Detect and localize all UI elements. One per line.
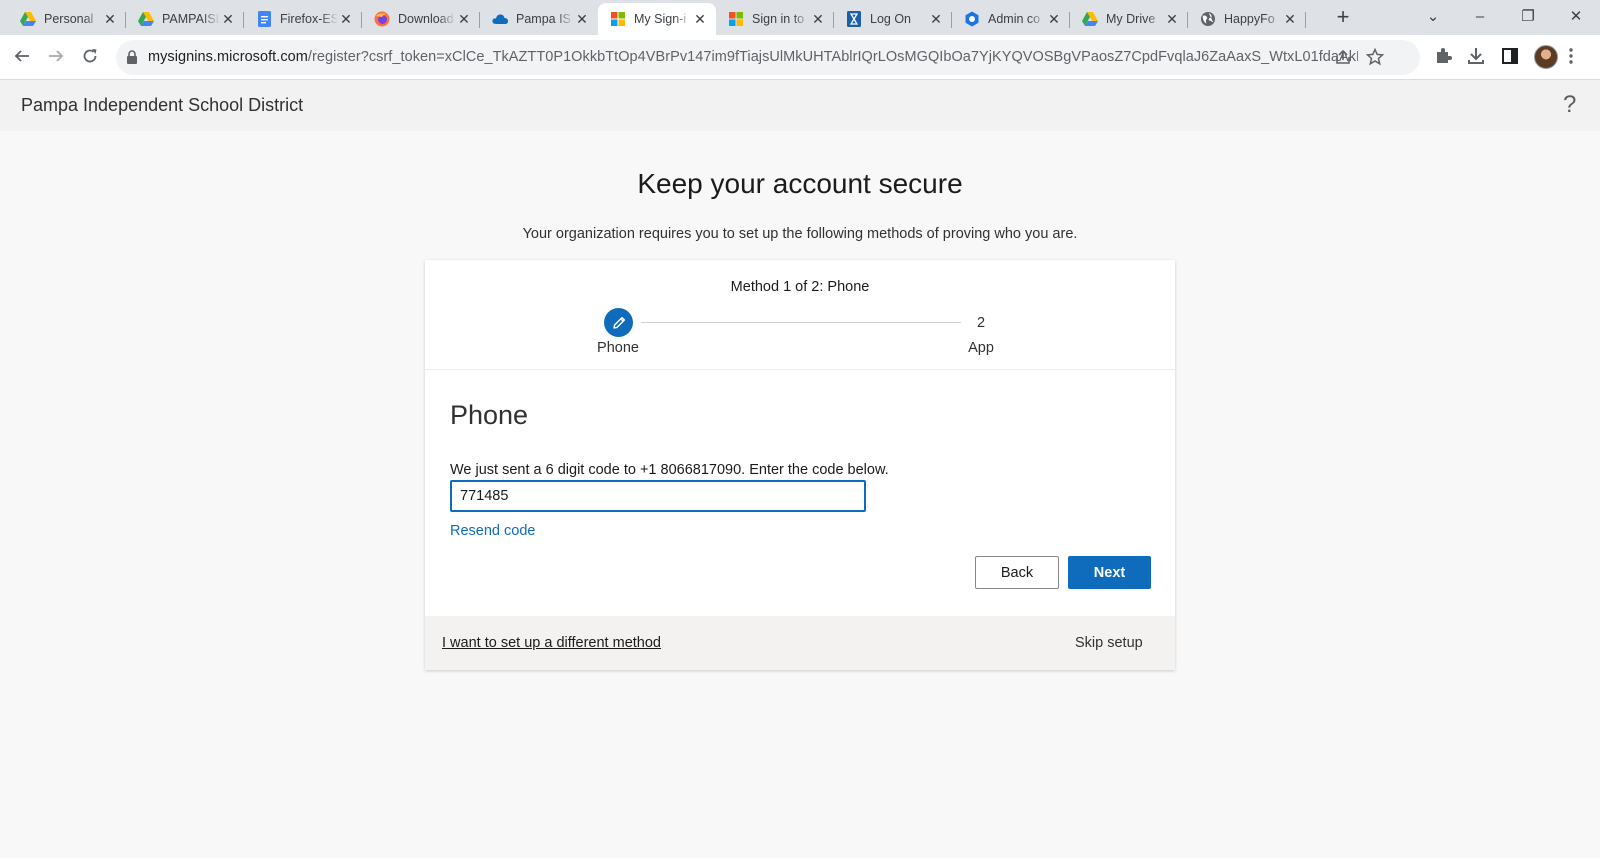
browser-tab-active[interactable]: My Sign-i ✕ <box>598 3 716 35</box>
browser-tab[interactable]: Log On ✕ <box>834 3 952 35</box>
microsoft-icon <box>610 11 626 27</box>
back-button[interactable]: Back <box>975 556 1059 589</box>
close-tab-icon[interactable]: ✕ <box>1164 11 1180 27</box>
microsoft-icon <box>728 11 744 27</box>
wizard-step-title: Method 1 of 2: Phone <box>730 279 870 295</box>
forward-arrow-icon[interactable] <box>43 45 69 71</box>
help-icon[interactable]: ? <box>1563 91 1576 119</box>
organization-name: Pampa Independent School District <box>21 95 304 115</box>
close-tab-icon[interactable]: ✕ <box>1282 11 1298 27</box>
browser-tab[interactable]: Personal ✕ <box>8 3 126 35</box>
tab-title: Download <box>398 12 454 26</box>
browser-tab[interactable]: Pampa IS ✕ <box>480 3 598 35</box>
close-tab-icon[interactable]: ✕ <box>102 11 118 27</box>
close-tab-icon[interactable]: ✕ <box>1046 11 1062 27</box>
close-tab-icon[interactable]: ✕ <box>692 11 708 27</box>
tab-title: Log On <box>870 12 912 26</box>
browser-tab[interactable]: PAMPAISD ✕ <box>126 3 244 35</box>
google-docs-icon <box>256 11 272 27</box>
pencil-icon <box>612 316 625 329</box>
restore-icon[interactable]: ❐ <box>1513 5 1543 29</box>
tab-title: My Sign-i <box>634 12 687 26</box>
progress-line <box>641 322 961 323</box>
profile-avatar[interactable] <box>1534 45 1558 69</box>
close-tab-icon[interactable]: ✕ <box>220 11 236 27</box>
close-tab-icon[interactable]: ✕ <box>456 11 472 27</box>
close-tab-icon[interactable]: ✕ <box>338 11 354 27</box>
menu-kebab-icon[interactable] <box>1568 46 1578 68</box>
verification-code-input[interactable] <box>450 480 866 512</box>
browser-tab[interactable]: Sign in to ✕ <box>716 3 834 35</box>
resend-code-link[interactable]: Resend code <box>450 523 535 539</box>
reload-icon[interactable] <box>77 45 103 71</box>
close-window-icon[interactable]: ✕ <box>1561 5 1591 29</box>
tab-title: PAMPAISD <box>162 12 220 26</box>
google-drive-icon <box>138 11 154 27</box>
download-icon[interactable] <box>1466 46 1488 68</box>
browser-tabstrip: Personal ✕ PAMPAISD ✕ Firefox-ES ✕ Downl… <box>0 0 1600 35</box>
tab-title: Sign in to <box>752 12 805 26</box>
verification-instruction: We just sent a 6 digit code to +1 806681… <box>450 462 889 478</box>
browser-tab[interactable]: My Drive ✕ <box>1070 3 1188 35</box>
browser-toolbar: mysignins.microsoft.com/register?csrf_to… <box>0 35 1600 80</box>
tab-title: Pampa IS <box>516 12 571 26</box>
new-tab-button[interactable]: + <box>1331 6 1355 29</box>
divider <box>425 369 1175 370</box>
url-text[interactable]: mysignins.microsoft.com/register?csrf_to… <box>148 49 1358 65</box>
step-2-number: 2 <box>976 315 986 331</box>
side-panel-icon[interactable] <box>1500 46 1522 68</box>
different-method-link[interactable]: I want to set up a different method <box>442 635 661 651</box>
admin-icon <box>964 11 980 27</box>
url-path: /register?csrf_token=xClCe_TkAZTT0P1Okkb… <box>307 49 1358 65</box>
tab-title: HappyFo <box>1224 12 1275 26</box>
next-button[interactable]: Next <box>1068 556 1151 589</box>
section-heading: Phone <box>450 400 529 430</box>
tab-title: Admin co <box>988 12 1041 26</box>
url-domain: mysignins.microsoft.com <box>148 49 308 65</box>
back-arrow-icon[interactable] <box>9 45 35 71</box>
setup-card: Method 1 of 2: Phone Phone 2 App Phone W… <box>425 260 1175 670</box>
step-2-label: App <box>968 340 994 356</box>
browser-tab[interactable]: Admin co ✕ <box>952 3 1070 35</box>
step-1-indicator <box>604 308 633 337</box>
minimize-icon[interactable]: – <box>1465 5 1495 29</box>
close-tab-icon[interactable]: ✕ <box>574 11 590 27</box>
tab-title: Firefox-ES <box>280 12 338 26</box>
globe-icon <box>1200 11 1216 27</box>
tab-title: Personal <box>44 12 94 26</box>
firefox-icon <box>374 11 390 27</box>
tab-search-icon[interactable]: ⌄ <box>1418 5 1448 29</box>
bookmark-star-icon[interactable] <box>1365 47 1386 68</box>
close-tab-icon[interactable]: ✕ <box>928 11 944 27</box>
lock-icon[interactable] <box>126 50 140 65</box>
card-footer: I want to set up a different method Skip… <box>425 616 1175 670</box>
step-1-label: Phone <box>597 340 639 356</box>
address-bar[interactable]: mysignins.microsoft.com/register?csrf_to… <box>116 40 1420 75</box>
share-icon[interactable] <box>1334 48 1354 68</box>
google-drive-icon <box>1082 11 1098 27</box>
google-drive-icon <box>20 11 36 27</box>
page-subtitle: Your organization requires you to set up… <box>522 226 1078 242</box>
onedrive-icon <box>492 11 508 27</box>
app-header: Pampa Independent School District ? <box>0 80 1600 131</box>
page-title: Keep your account secure <box>637 168 963 199</box>
hourglass-icon <box>846 11 862 27</box>
skip-setup-link[interactable]: Skip setup <box>1075 635 1143 651</box>
browser-tab[interactable]: Download ✕ <box>362 3 480 35</box>
browser-tab[interactable]: Firefox-ES ✕ <box>244 3 362 35</box>
extensions-icon[interactable] <box>1433 46 1455 68</box>
close-tab-icon[interactable]: ✕ <box>810 11 826 27</box>
browser-tab[interactable]: HappyFo ✕ <box>1188 3 1306 35</box>
tab-title: My Drive <box>1106 12 1156 26</box>
